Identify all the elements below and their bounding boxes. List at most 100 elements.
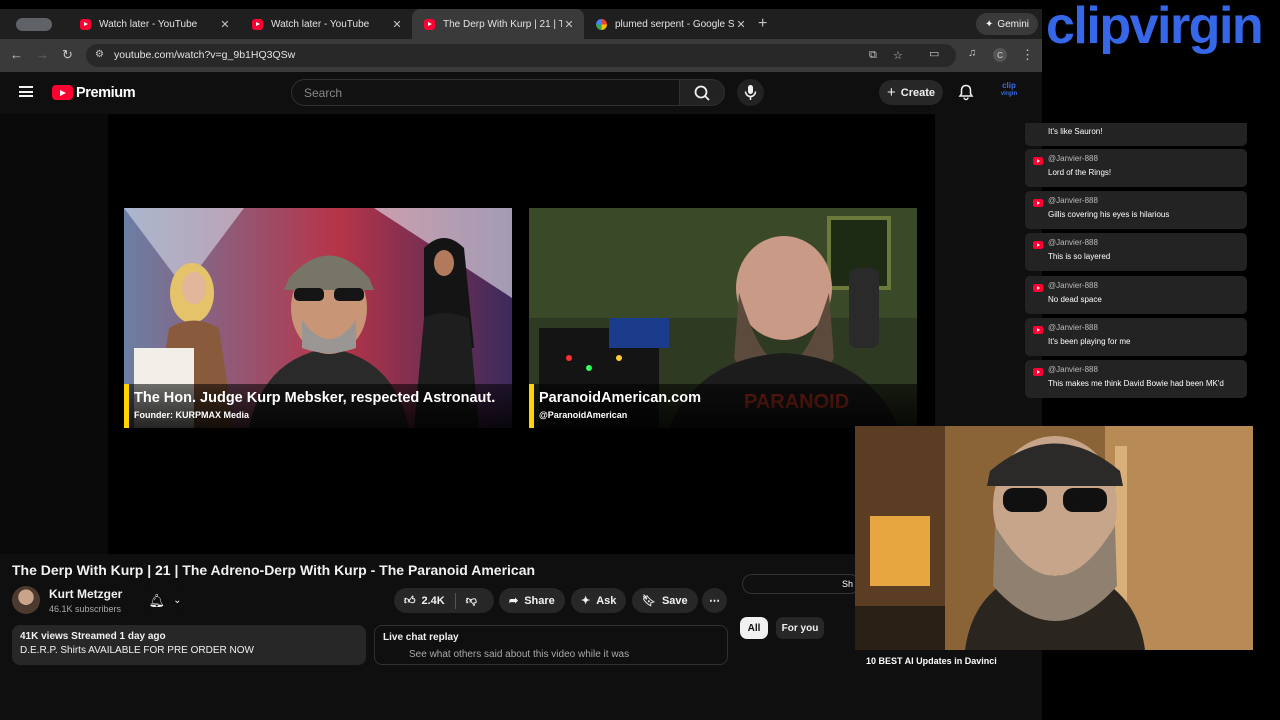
close-icon[interactable]: ✕ xyxy=(562,18,576,31)
webcam-image xyxy=(855,426,1253,650)
chat-replay-title: Live chat replay xyxy=(383,632,459,643)
site-info-icon[interactable]: ⚙ xyxy=(95,49,104,60)
chat-message: @Janvier-888 No dead space xyxy=(1025,276,1247,314)
forward-arrow-icon[interactable]: → xyxy=(36,47,49,62)
avatar-text-line1: clip xyxy=(1002,81,1016,90)
channel-avatar[interactable] xyxy=(12,586,40,614)
notifications-bell-icon[interactable] xyxy=(958,84,974,106)
search-icon xyxy=(694,85,710,101)
chevron-down-icon: ⌄ xyxy=(173,595,182,606)
view-stats: 41K views Streamed 1 day ago xyxy=(20,631,166,642)
host-subtitle: @ParanoidAmerican xyxy=(539,410,628,420)
more-actions-button[interactable]: ⋯ xyxy=(702,588,727,613)
video-player[interactable]: The Hon. Judge Kurp Mebsker, respected A… xyxy=(108,114,935,554)
description-box[interactable]: 41K views Streamed 1 day ago D.E.R.P. Sh… xyxy=(12,625,366,665)
youtube-icon xyxy=(1033,241,1043,249)
chat-text: Gillis covering his eyes is hilarious xyxy=(1048,210,1170,219)
tab-title: Watch later - YouTube xyxy=(271,18,370,30)
chat-text: This is so layered xyxy=(1048,252,1111,261)
thumbs-up-icon[interactable]: 👍︎ xyxy=(404,594,416,607)
youtube-icon xyxy=(1033,368,1043,376)
streamer-webcam-feed xyxy=(855,426,1253,650)
chat-author: @Janvier-888 xyxy=(1048,365,1098,374)
share-arrow-icon: ➦ xyxy=(509,595,519,607)
account-avatar[interactable]: clip virgin xyxy=(998,82,1020,104)
youtube-premium-wordmark[interactable]: Premium xyxy=(76,85,136,101)
player-backdrop xyxy=(0,114,108,554)
tab-google-search[interactable]: plumed serpent - Google Sea ✕ xyxy=(584,9,756,39)
plus-icon: + xyxy=(886,84,896,101)
new-tab-button[interactable]: + xyxy=(758,15,767,33)
tab-watch-later-1[interactable]: Watch later - YouTube ✕ xyxy=(68,9,240,39)
chip-all[interactable]: All xyxy=(740,617,768,639)
channel-name[interactable]: Kurt Metzger xyxy=(49,587,122,601)
youtube-icon xyxy=(252,18,263,30)
save-label: Save xyxy=(661,594,688,607)
avatar-text-line2: virgin xyxy=(1000,91,1018,97)
tab-group-chip[interactable] xyxy=(16,18,52,31)
lower-third-right: ParanoidAmerican.com @ParanoidAmerican xyxy=(529,384,917,428)
host-name: ParanoidAmerican.com xyxy=(539,390,701,406)
thumbs-down-icon[interactable]: 👎︎ xyxy=(466,594,477,607)
microphone-icon xyxy=(744,85,757,100)
chip-for-you[interactable]: For you xyxy=(776,617,824,639)
guest-name: The Hon. Judge Kurp Mebsker, respected A… xyxy=(134,390,496,406)
description-first-line: D.E.R.P. Shirts AVAILABLE FOR PRE ORDER … xyxy=(20,645,254,656)
youtube-icon xyxy=(1033,199,1043,207)
tab-watch-later-2[interactable]: Watch later - YouTube ✕ xyxy=(240,9,412,39)
live-chat-replay-card[interactable]: Live chat replay See what others said ab… xyxy=(374,625,728,665)
install-app-icon[interactable]: ⧉ xyxy=(869,49,877,62)
chat-text: This makes me think David Bowie had been… xyxy=(1048,379,1224,388)
address-bar[interactable]: ⚙ youtube.com/watch?v=g_9b1HQ3QSw ⧉ ☆ xyxy=(86,44,956,67)
recommendation-pill[interactable]: Sh xyxy=(742,574,860,594)
more-horizontal-icon: ⋯ xyxy=(709,595,720,607)
like-count[interactable]: 2.4K xyxy=(422,595,445,607)
bookmark-icon: 🔖︎ xyxy=(642,595,656,607)
youtube-icon xyxy=(424,18,435,30)
create-label: Create xyxy=(900,86,935,99)
ask-label: Ask xyxy=(596,594,617,607)
youtube-icon xyxy=(1033,326,1043,334)
youtube-logo-icon[interactable] xyxy=(52,85,73,100)
gemini-button[interactable]: ✦ Gemini xyxy=(976,13,1038,35)
ask-button[interactable]: ✦ Ask xyxy=(571,588,627,613)
divider xyxy=(454,592,456,609)
chat-author: @Janvier-888 xyxy=(1048,323,1098,332)
media-controls-icon[interactable]: ♫ xyxy=(968,47,976,59)
search-input[interactable]: Search xyxy=(291,79,680,106)
recommended-video-title[interactable]: 10 BEST AI Updates in Davinci xyxy=(866,656,997,666)
chat-text: No dead space xyxy=(1048,295,1102,304)
close-icon[interactable]: ✕ xyxy=(218,18,232,31)
close-icon[interactable]: ✕ xyxy=(734,18,748,31)
video-panel-right: PARANOID ParanoidAmerican.com @ParanoidA… xyxy=(529,208,917,428)
subscription-bell-button[interactable]: 🔔︎ ⌄ xyxy=(140,588,190,613)
chat-message: @Janvier-888 This is so layered xyxy=(1025,233,1247,271)
reload-icon[interactable]: ↻ xyxy=(62,47,73,63)
tab-title: Watch later - YouTube xyxy=(99,18,198,30)
youtube-masthead: Premium Search + Create clip virgin xyxy=(0,72,1042,114)
hamburger-menu-icon[interactable] xyxy=(19,86,33,97)
bookmark-star-icon[interactable]: ☆ xyxy=(893,49,903,62)
youtube-icon xyxy=(1033,157,1043,165)
tab-title: plumed serpent - Google Sea xyxy=(615,18,734,30)
chat-message-partial: It's like Sauron! xyxy=(1025,123,1247,146)
chat-author: @Janvier-888 xyxy=(1048,196,1098,205)
chat-author: @Janvier-888 xyxy=(1048,281,1098,290)
create-button[interactable]: + Create xyxy=(879,80,943,105)
tab-title: The Derp With Kurp | 21 | The xyxy=(443,18,562,30)
chat-text: It's like Sauron! xyxy=(1048,127,1103,136)
search-button[interactable] xyxy=(679,79,725,106)
profile-avatar[interactable]: C xyxy=(993,48,1007,62)
share-button[interactable]: ➦ Share xyxy=(499,588,565,613)
tab-strip: Watch later - YouTube ✕ Watch later - Yo… xyxy=(0,9,1042,39)
brand-logo-text: clipvirgin xyxy=(1046,0,1264,55)
kebab-menu-icon[interactable]: ⋮ xyxy=(1021,47,1034,63)
close-icon[interactable]: ✕ xyxy=(390,18,404,31)
sidebar-icon[interactable]: ▭ xyxy=(929,47,939,60)
voice-search-button[interactable] xyxy=(737,79,764,106)
save-button[interactable]: 🔖︎ Save xyxy=(632,588,698,613)
like-dislike-group: 👍︎ 2.4K 👎︎ xyxy=(394,588,494,613)
back-arrow-icon[interactable]: ← xyxy=(10,47,23,62)
tab-derp-with-kurp[interactable]: The Derp With Kurp | 21 | The ✕ xyxy=(412,9,584,39)
chat-text: It's been playing for me xyxy=(1048,337,1131,346)
